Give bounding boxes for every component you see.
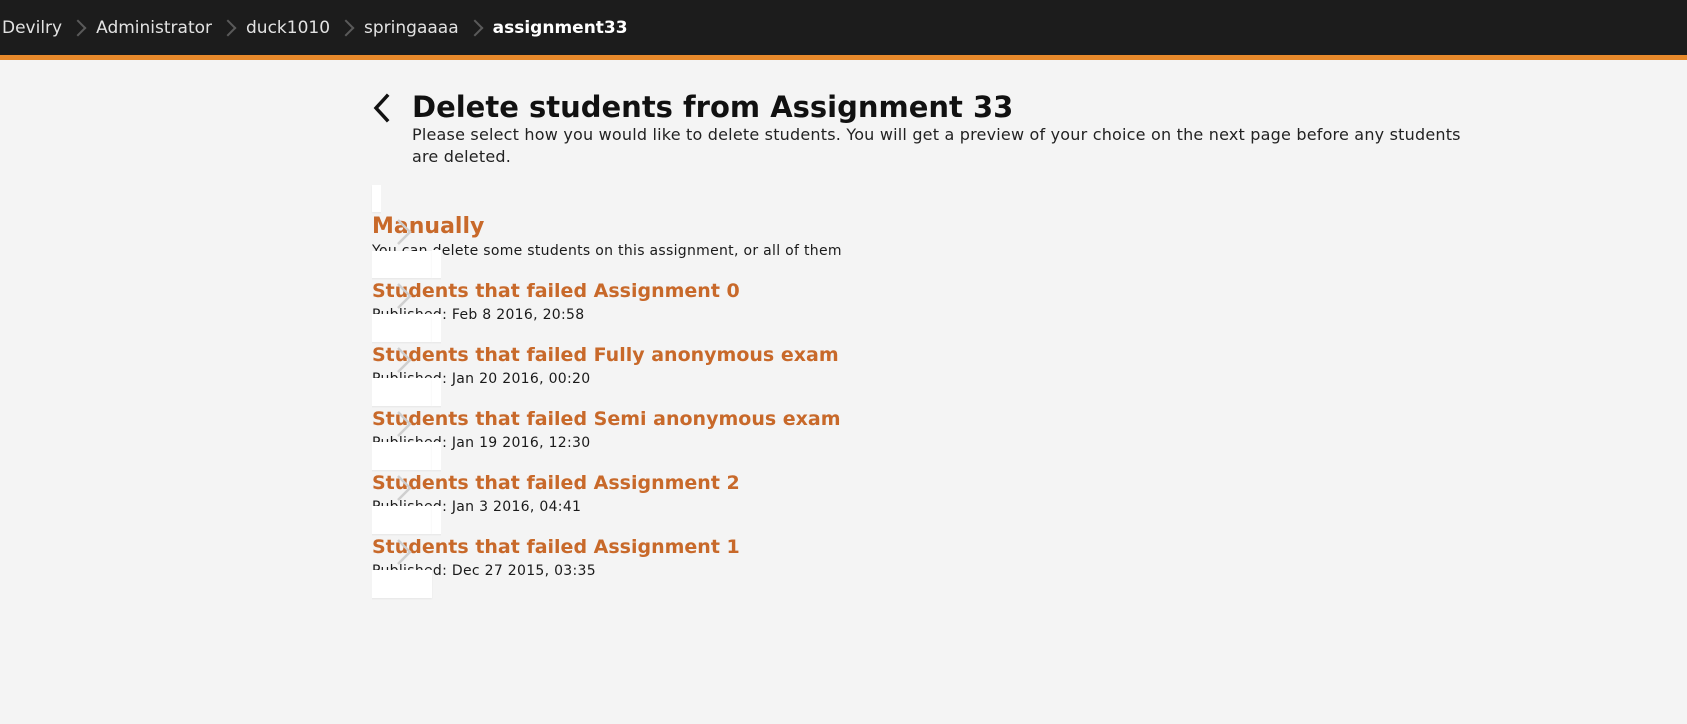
option-title: Students that failed Assignment 2 — [372, 472, 740, 494]
option-published-date: Published: Feb 8 2016, 20:58 — [372, 307, 585, 323]
option-published-date: Published: Jan 3 2016, 04:41 — [372, 499, 582, 515]
chevron-right-icon — [397, 283, 412, 309]
option-published-date: Published: Jan 19 2016, 12:30 — [372, 435, 591, 451]
option-title: Students that failed Semi anonymous exam — [372, 408, 841, 430]
option-failed-fully-anonymous-exam[interactable]: Students that failed Fully anonymous exa… — [372, 314, 1512, 406]
option-failed-assignment-2[interactable]: Students that failed Assignment 2 Publis… — [372, 442, 1512, 534]
option-manually[interactable]: Manually You can delete some students on… — [372, 185, 1512, 278]
option-published-date: Published: Jan 20 2016, 00:20 — [372, 371, 591, 387]
option-failed-semi-anonymous-exam[interactable]: Students that failed Semi anonymous exam… — [372, 378, 1512, 470]
chevron-right-icon — [397, 218, 412, 245]
option-title: Manually — [372, 214, 485, 239]
page-title: Delete students from Assignment 33 — [412, 90, 1014, 124]
breadcrumb-item-subject[interactable]: duck1010 — [246, 18, 330, 38]
option-failed-assignment-1[interactable]: Students that failed Assignment 1 Publis… — [372, 506, 1512, 598]
breadcrumb-item-devilry[interactable]: Devilry — [2, 18, 62, 38]
option-published-date: Published: Dec 27 2015, 03:35 — [372, 563, 596, 579]
chevron-right-icon — [397, 411, 412, 437]
delete-options-list: Manually You can delete some students on… — [372, 185, 1512, 598]
top-navigation-bar: Devilry Administrator duck1010 springaaa… — [0, 0, 1687, 60]
page-description: Please select how you would like to dele… — [412, 125, 1461, 166]
option-subtitle: You can delete some students on this ass… — [372, 243, 842, 259]
chevron-right-icon — [397, 347, 412, 373]
option-title: Students that failed Assignment 0 — [372, 280, 740, 302]
breadcrumb-current: assignment33 — [492, 17, 628, 38]
chevron-right-icon — [330, 16, 364, 40]
back-button[interactable] — [370, 90, 392, 124]
option-title: Students that failed Assignment 1 — [372, 536, 740, 558]
option-title: Students that failed Fully anonymous exa… — [372, 344, 839, 366]
chevron-right-icon — [62, 16, 96, 40]
chevron-right-icon — [212, 16, 246, 40]
breadcrumb-item-period[interactable]: springaaaa — [364, 18, 459, 38]
chevron-left-icon — [373, 93, 390, 123]
option-failed-assignment-0[interactable]: Students that failed Assignment 0 Publis… — [372, 250, 1512, 342]
breadcrumb-item-administrator[interactable]: Administrator — [96, 18, 212, 38]
chevron-right-icon — [397, 539, 412, 565]
chevron-right-icon — [459, 16, 493, 40]
chevron-right-icon — [397, 475, 412, 501]
